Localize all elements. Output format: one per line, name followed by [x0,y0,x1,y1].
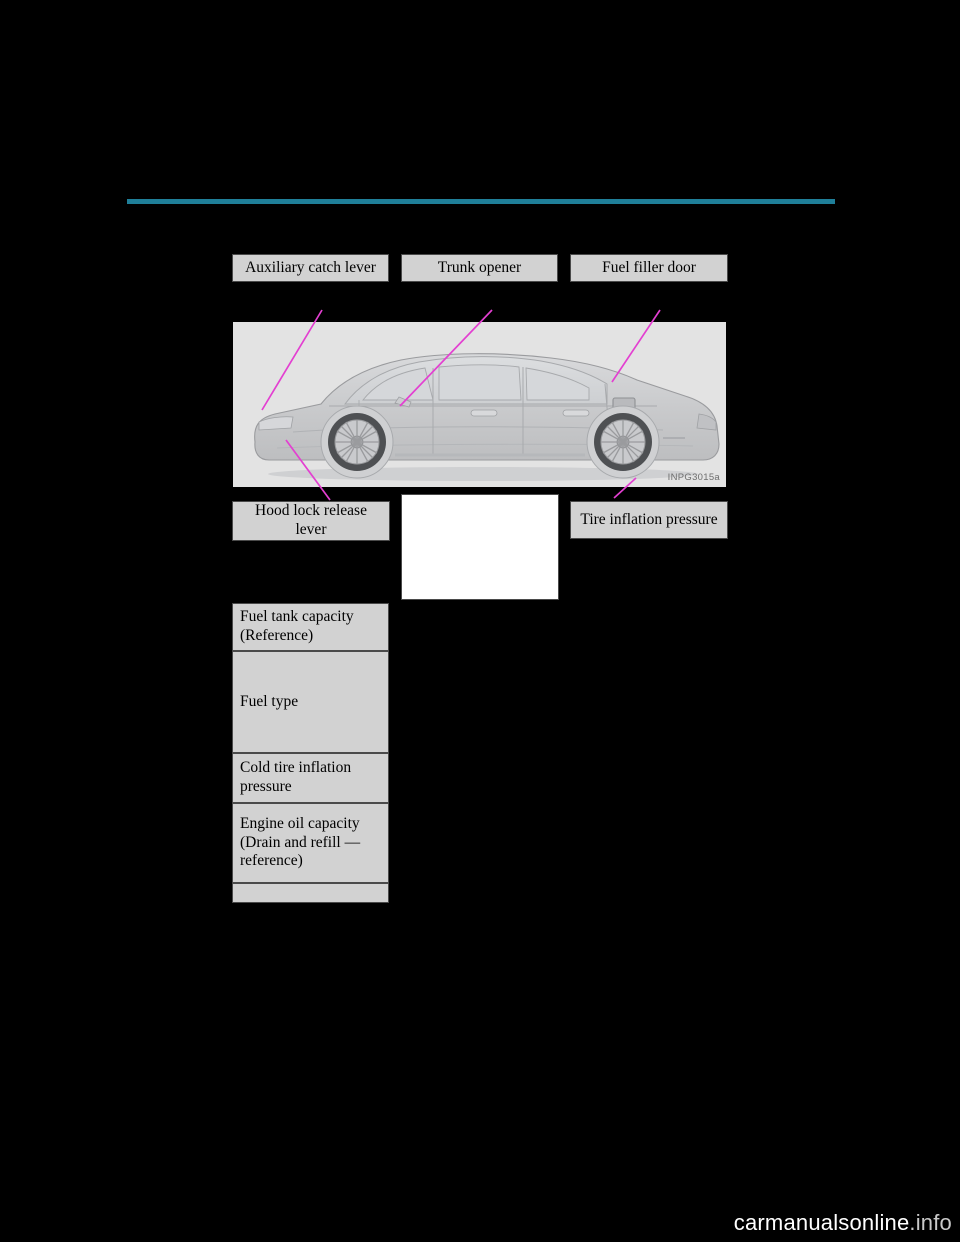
callout-auxiliary-catch-lever: Auxiliary catch lever [232,254,389,282]
spec-row-cold-tire-inflation-pressure-line2: pressure [240,778,292,795]
callout-hood-lock-release-lever-label-line1: Hood lock release [255,502,367,520]
callout-tire-inflation-pressure: Tire inflation pressure [570,501,728,539]
manual-page: Auxiliary catch lever Trunk opener Fuel … [0,0,960,1242]
callout-blank-box [401,494,559,600]
spec-row-fuel-tank-capacity-line1: Fuel tank capacity [240,608,354,626]
spec-row-engine-oil-capacity-line1: Engine oil capacity [240,814,360,832]
site-watermark-name: carmanualsonline [733,1210,910,1235]
header-rule [127,199,835,204]
callout-tire-inflation-pressure-label: Tire inflation pressure [580,510,718,528]
spec-row-blank [232,883,389,903]
callout-trunk-opener: Trunk opener [401,254,558,282]
vehicle-side-view-drawing [254,353,720,481]
vehicle-illustration: INPG3015a [233,322,726,487]
callout-leader-lines [261,309,661,501]
spec-row-fuel-tank-capacity-line2: (Reference) [240,627,314,644]
spec-row-engine-oil-capacity-line3: reference) [240,852,303,870]
callout-auxiliary-catch-lever-label: Auxiliary catch lever [245,258,376,276]
site-watermark-suffix: .info [909,1210,952,1235]
spec-row-fuel-type: Fuel type [232,651,389,753]
callout-fuel-filler-door: Fuel filler door [570,254,728,282]
spec-row-cold-tire-inflation-pressure-line1: Cold tire inflation [240,759,352,777]
spec-row-engine-oil-capacity: Engine oil capacity (Drain and refill — … [232,803,389,883]
spec-row-engine-oil-capacity-line2: (Drain and refill — [240,833,361,851]
callout-trunk-opener-label: Trunk opener [437,258,522,276]
illustration-code: INPG3015a [667,472,720,483]
spec-row-fuel-tank-capacity: Fuel tank capacity (Reference) [232,603,389,651]
callout-hood-lock-release-lever: Hood lock release lever [232,501,390,541]
callout-fuel-filler-door-label: Fuel filler door [602,258,696,276]
spec-row-fuel-type-line1: Fuel type [240,692,299,710]
callout-hood-lock-release-lever-label-line2: lever [295,521,327,538]
spec-row-cold-tire-inflation-pressure: Cold tire inflation pressure [232,753,389,803]
site-watermark: carmanualsonline.info [734,1210,952,1236]
